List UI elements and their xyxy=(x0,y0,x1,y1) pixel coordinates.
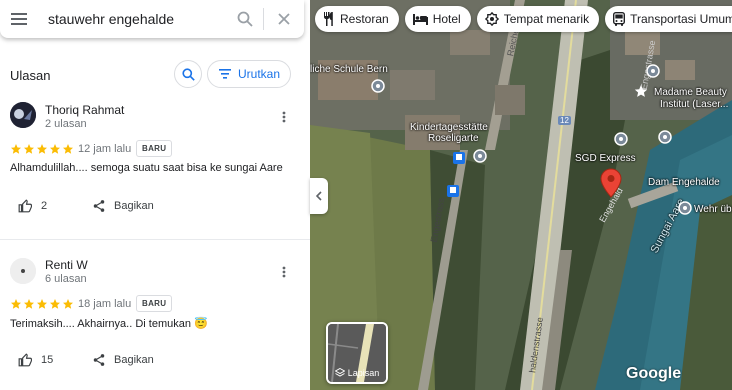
search-box[interactable]: stauwehr engehalde xyxy=(0,0,304,38)
sgd-poi-icon[interactable] xyxy=(614,132,628,146)
place-label-sgd[interactable]: SGD Express xyxy=(575,153,636,164)
share-button[interactable]: Bagikan xyxy=(92,195,154,217)
review-time: 12 jam lalu xyxy=(78,143,132,155)
share-label: Bagikan xyxy=(114,200,154,212)
chip-label: Tempat menarik xyxy=(503,12,590,26)
star-icon xyxy=(50,144,60,154)
share-label: Bagikan xyxy=(114,354,154,366)
kebab-icon xyxy=(282,266,286,278)
fork-knife-icon xyxy=(324,12,333,26)
thumbs-up-icon xyxy=(18,353,32,367)
reviewer-name[interactable]: Renti W xyxy=(45,258,88,272)
reviewer-review-count: 6 ulasan xyxy=(45,273,87,285)
bus-stop-icon[interactable] xyxy=(446,184,460,198)
kebab-icon xyxy=(282,111,286,123)
star-icon xyxy=(63,144,73,154)
search-icon xyxy=(237,11,253,27)
side-panel: stauwehr engehalde Ulasan Urutkan Thoriq… xyxy=(0,0,310,390)
layers-label-row: Lapisan xyxy=(328,368,386,378)
new-badge: BARU xyxy=(136,295,173,312)
search-button[interactable] xyxy=(227,0,263,38)
star-rating xyxy=(10,298,74,310)
avatar[interactable] xyxy=(10,258,36,284)
star-rating xyxy=(10,143,74,155)
thumbs-up-icon xyxy=(18,199,32,213)
avatar[interactable] xyxy=(10,102,36,128)
like-count: 15 xyxy=(41,354,54,366)
bus-stop-icon[interactable] xyxy=(452,151,466,165)
chip-transit[interactable]: Transportasi Umum xyxy=(605,6,732,32)
chip-restaurants[interactable]: Restoran xyxy=(315,6,399,32)
more-options-button[interactable] xyxy=(278,262,290,282)
star-icon xyxy=(24,299,34,309)
chip-attractions[interactable]: Tempat menarik xyxy=(476,6,600,32)
chip-label: Restoran xyxy=(340,12,389,26)
more-options-button[interactable] xyxy=(278,107,290,127)
route-shield: 12 xyxy=(558,116,571,125)
review-text: Alhamdulillah.... semoga suatu saat bisa… xyxy=(10,162,283,174)
google-logo: Google xyxy=(626,365,682,382)
star-icon xyxy=(37,144,47,154)
search-reviews-button[interactable] xyxy=(174,60,202,88)
sort-icon xyxy=(219,69,231,79)
place-label-kita[interactable]: Kindertagesstätte xyxy=(410,122,488,133)
poi-icon[interactable] xyxy=(658,130,672,144)
chevron-left-icon xyxy=(316,191,322,201)
layers-label: Lapisan xyxy=(347,368,380,378)
review-text: Terimaksih.... Akhairnya.. Di temukan 😇 xyxy=(10,318,208,330)
place-label-wehr[interactable]: Wehr üb xyxy=(694,204,732,215)
avatar-image xyxy=(10,102,36,128)
bus-icon xyxy=(613,12,626,26)
search-input[interactable]: stauwehr engehalde xyxy=(48,11,227,27)
place-label-madame-2[interactable]: Institut (Laser... xyxy=(660,99,728,110)
share-icon xyxy=(93,200,105,212)
star-icon xyxy=(11,299,21,309)
star-icon xyxy=(24,144,34,154)
layers-icon xyxy=(334,368,345,377)
avatar-image xyxy=(10,258,36,284)
sort-label: Urutkan xyxy=(238,67,281,81)
like-count: 2 xyxy=(41,200,48,212)
hamburger-icon xyxy=(11,13,27,25)
share-button[interactable]: Bagikan xyxy=(92,349,154,371)
star-icon xyxy=(11,144,21,154)
collapse-panel-button[interactable] xyxy=(310,178,328,214)
place-label-madame[interactable]: Madame Beauty xyxy=(654,87,727,98)
reviews-title: Ulasan xyxy=(10,68,51,83)
star-icon xyxy=(37,299,47,309)
sort-button[interactable]: Urutkan xyxy=(207,60,291,88)
like-button[interactable]: 15 xyxy=(18,349,53,371)
chip-hotels[interactable]: Hotel xyxy=(404,6,471,32)
reviewer-review-count: 2 ulasan xyxy=(45,118,87,130)
review-time: 18 jam lalu xyxy=(78,298,132,310)
star-icon xyxy=(50,299,60,309)
place-label-school[interactable]: liche Schule Bern xyxy=(310,64,388,75)
bed-icon xyxy=(412,13,428,25)
chip-label: Transportasi Umum xyxy=(630,12,732,26)
place-label-dam[interactable]: Dam Engehalde xyxy=(648,177,720,188)
wehr-poi-icon[interactable] xyxy=(678,201,692,215)
close-icon xyxy=(278,13,290,25)
layers-button[interactable]: Lapisan xyxy=(326,322,388,384)
category-chips: Restoran Hotel Tempat menarik Transporta… xyxy=(315,6,732,32)
camera-icon xyxy=(484,12,499,26)
star-marker-icon[interactable] xyxy=(634,84,648,98)
search-icon xyxy=(181,67,195,81)
clear-search-button[interactable] xyxy=(264,0,304,38)
like-button[interactable]: 2 xyxy=(18,195,47,217)
chip-label: Hotel xyxy=(432,12,461,26)
reviews-header: Ulasan Urutkan xyxy=(0,58,310,92)
star-icon xyxy=(63,299,73,309)
new-badge: BARU xyxy=(136,140,173,157)
place-label-kita-2[interactable]: Roseligarte xyxy=(428,133,479,144)
share-icon xyxy=(93,354,105,366)
madame-poi-icon[interactable] xyxy=(646,64,660,78)
menu-button[interactable] xyxy=(0,0,38,38)
school-poi-icon[interactable] xyxy=(371,79,385,93)
location-pin-icon[interactable] xyxy=(600,168,622,198)
review-divider xyxy=(0,239,310,240)
reviewer-name[interactable]: Thoriq Rahmat xyxy=(45,103,124,117)
kita-poi-icon[interactable] xyxy=(473,149,487,163)
